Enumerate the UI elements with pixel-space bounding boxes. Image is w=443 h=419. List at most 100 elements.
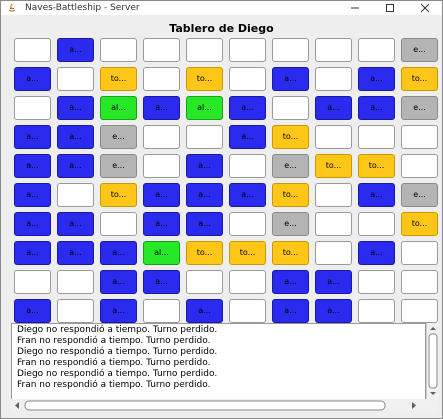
horizontal-scrollbar[interactable] — [11, 399, 438, 412]
board-cell-r5-c7[interactable] — [315, 183, 352, 207]
board-cell-r1-c2[interactable]: to... — [100, 67, 137, 91]
board-cell-r7-c4[interactable]: to... — [186, 241, 223, 265]
board-cell-r8-c5[interactable] — [229, 270, 266, 294]
board-cell-r8-c2[interactable]: a... — [100, 270, 137, 294]
board-cell-r3-c5[interactable]: a... — [229, 125, 266, 149]
board-cell-r6-c7[interactable] — [315, 212, 352, 236]
board-cell-r2-c3[interactable]: a... — [143, 96, 180, 120]
board-cell-r9-c5[interactable] — [229, 299, 266, 323]
board-cell-r9-c3[interactable] — [143, 299, 180, 323]
board-cell-r0-c4[interactable] — [186, 38, 223, 62]
board-cell-r2-c7[interactable]: a... — [315, 96, 352, 120]
board-cell-r9-c0[interactable]: a... — [14, 299, 51, 323]
board-cell-r0-c1[interactable]: a... — [57, 38, 94, 62]
board-cell-r1-c1[interactable] — [57, 67, 94, 91]
board-cell-r4-c9[interactable] — [401, 154, 438, 178]
board-cell-r1-c4[interactable]: to... — [186, 67, 223, 91]
board-cell-r0-c7[interactable] — [315, 38, 352, 62]
board-cell-r8-c8[interactable] — [358, 270, 395, 294]
board-cell-r4-c3[interactable] — [143, 154, 180, 178]
board-cell-r3-c7[interactable] — [315, 125, 352, 149]
board-cell-r0-c8[interactable] — [358, 38, 395, 62]
board-cell-r7-c8[interactable]: a... — [358, 241, 395, 265]
board-cell-r0-c5[interactable] — [229, 38, 266, 62]
board-cell-r9-c2[interactable]: a... — [100, 299, 137, 323]
board-cell-r9-c4[interactable]: a... — [186, 299, 223, 323]
board-cell-r1-c7[interactable] — [315, 67, 352, 91]
board-cell-r7-c1[interactable]: a... — [57, 241, 94, 265]
board-cell-r8-c3[interactable]: a... — [143, 270, 180, 294]
board-cell-r3-c0[interactable]: a... — [14, 125, 51, 149]
board-cell-r2-c4[interactable]: al... — [186, 96, 223, 120]
board-cell-r2-c6[interactable] — [272, 96, 309, 120]
board-cell-r2-c2[interactable]: al... — [100, 96, 137, 120]
board-cell-r1-c0[interactable]: a... — [14, 67, 51, 91]
board-cell-r2-c8[interactable]: a... — [358, 96, 395, 120]
board-cell-r4-c6[interactable]: e... — [272, 154, 309, 178]
board-cell-r6-c9[interactable]: to... — [401, 212, 438, 236]
board-cell-r3-c3[interactable] — [143, 125, 180, 149]
board-cell-r1-c6[interactable]: a... — [272, 67, 309, 91]
maximize-button[interactable] — [379, 1, 401, 15]
board-cell-r5-c0[interactable]: a... — [14, 183, 51, 207]
board-cell-r3-c6[interactable]: to... — [272, 125, 309, 149]
board-cell-r5-c3[interactable]: a... — [143, 183, 180, 207]
minimize-button[interactable] — [344, 1, 366, 15]
board-cell-r0-c9[interactable]: e... — [401, 38, 438, 62]
board-cell-r7-c0[interactable]: a... — [14, 241, 51, 265]
board-cell-r1-c8[interactable]: a... — [358, 67, 395, 91]
board-cell-r1-c5[interactable] — [229, 67, 266, 91]
board-cell-r9-c6[interactable]: a... — [272, 299, 309, 323]
board-cell-r0-c2[interactable] — [100, 38, 137, 62]
board-cell-r6-c1[interactable]: a... — [57, 212, 94, 236]
board-cell-r1-c3[interactable] — [143, 67, 180, 91]
board-cell-r3-c2[interactable]: e... — [100, 125, 137, 149]
board-cell-r2-c0[interactable] — [14, 96, 51, 120]
close-button[interactable] — [414, 1, 436, 15]
board-cell-r8-c4[interactable] — [186, 270, 223, 294]
title-bar[interactable]: Naves-Battleship - Server — [1, 1, 442, 15]
board-cell-r6-c8[interactable] — [358, 212, 395, 236]
board-cell-r4-c2[interactable]: e... — [100, 154, 137, 178]
board-cell-r7-c6[interactable]: to... — [272, 241, 309, 265]
board-cell-r7-c9[interactable] — [401, 241, 438, 265]
board-cell-r3-c8[interactable] — [358, 125, 395, 149]
board-cell-r5-c4[interactable]: a... — [186, 183, 223, 207]
board-cell-r1-c9[interactable]: to... — [401, 67, 438, 91]
board-cell-r4-c8[interactable]: to... — [358, 154, 395, 178]
vertical-scrollbar[interactable] — [426, 323, 439, 399]
board-cell-r6-c2[interactable] — [100, 212, 137, 236]
board-cell-r6-c3[interactable]: a... — [143, 212, 180, 236]
board-cell-r4-c7[interactable]: to... — [315, 154, 352, 178]
board-cell-r9-c9[interactable] — [401, 299, 438, 323]
board-cell-r5-c9[interactable]: e... — [401, 183, 438, 207]
board-cell-r6-c4[interactable]: a... — [186, 212, 223, 236]
board-cell-r8-c9[interactable] — [401, 270, 438, 294]
board-cell-r7-c7[interactable] — [315, 241, 352, 265]
board-cell-r8-c1[interactable] — [57, 270, 94, 294]
board-cell-r0-c3[interactable] — [143, 38, 180, 62]
board-cell-r5-c8[interactable]: a... — [358, 183, 395, 207]
board-cell-r4-c0[interactable]: a... — [14, 154, 51, 178]
board-cell-r9-c8[interactable] — [358, 299, 395, 323]
board-cell-r0-c0[interactable] — [14, 38, 51, 62]
board-cell-r6-c0[interactable]: a... — [14, 212, 51, 236]
board-cell-r2-c9[interactable]: e... — [401, 96, 438, 120]
board-cell-r2-c1[interactable]: a... — [57, 96, 94, 120]
board-cell-r0-c6[interactable] — [272, 38, 309, 62]
board-cell-r3-c1[interactable]: a... — [57, 125, 94, 149]
board-cell-r3-c9[interactable] — [401, 125, 438, 149]
board-cell-r6-c5[interactable] — [229, 212, 266, 236]
board-cell-r5-c1[interactable] — [57, 183, 94, 207]
board-cell-r7-c2[interactable]: a... — [100, 241, 137, 265]
board-cell-r8-c7[interactable]: a... — [315, 270, 352, 294]
board-cell-r5-c6[interactable]: to... — [272, 183, 309, 207]
board-cell-r8-c6[interactable]: a... — [272, 270, 309, 294]
board-cell-r3-c4[interactable] — [186, 125, 223, 149]
board-cell-r8-c0[interactable] — [14, 270, 51, 294]
board-cell-r2-c5[interactable]: a... — [229, 96, 266, 120]
board-cell-r4-c1[interactable]: a... — [57, 154, 94, 178]
board-cell-r7-c5[interactable]: to... — [229, 241, 266, 265]
board-cell-r5-c5[interactable]: a... — [229, 183, 266, 207]
board-cell-r6-c6[interactable]: e... — [272, 212, 309, 236]
